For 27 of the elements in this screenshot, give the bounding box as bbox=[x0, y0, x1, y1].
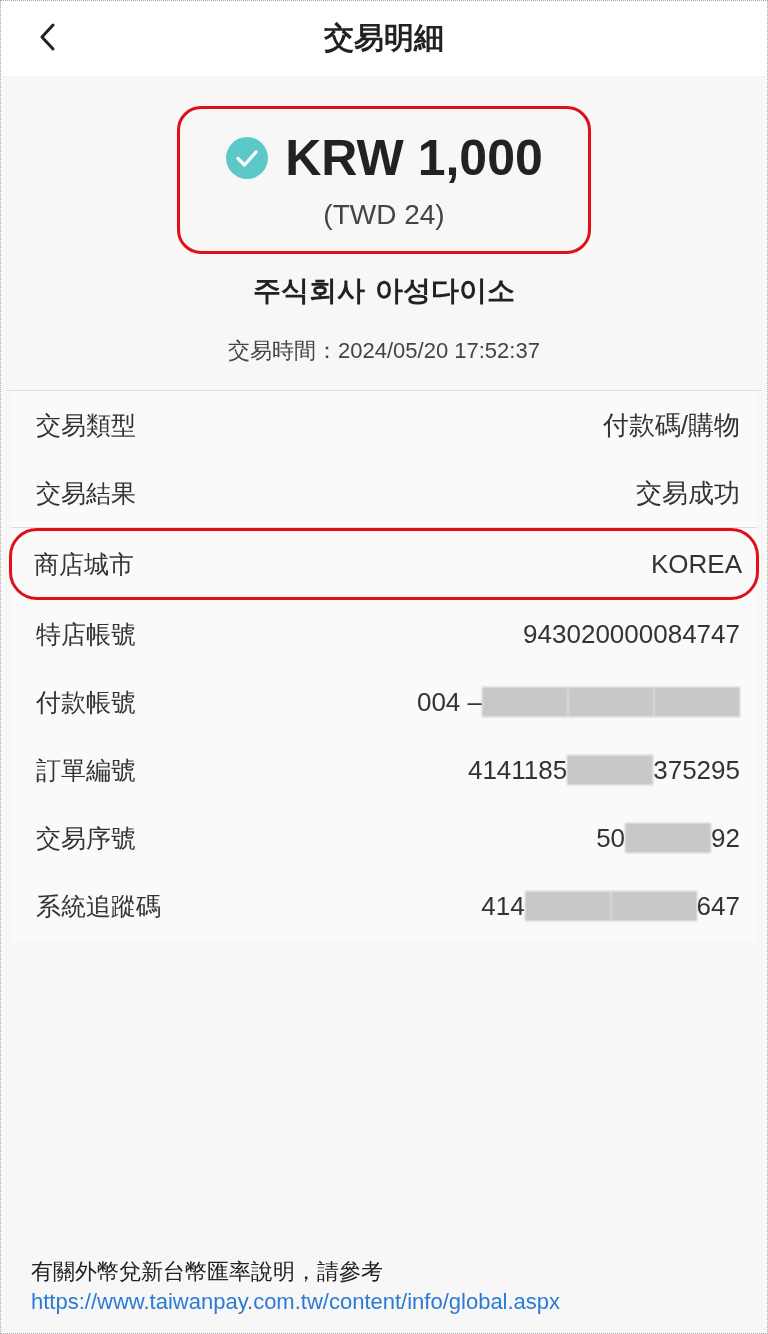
exchange-note: 有關外幣兌新台幣匯率說明，請參考 bbox=[31, 1258, 384, 1286]
detail-label: 交易結果 bbox=[36, 477, 136, 510]
back-icon[interactable] bbox=[39, 23, 55, 51]
detail-label: 商店城市 bbox=[34, 548, 134, 581]
detail-label: 交易序號 bbox=[36, 822, 136, 855]
page-title: 交易明細 bbox=[324, 19, 444, 57]
detail-value: 50 bbox=[596, 822, 626, 854]
detail-label: 訂單編號 bbox=[36, 754, 136, 787]
amount: KRW 1,000 bbox=[285, 129, 543, 187]
detail-value: 647 bbox=[696, 890, 740, 922]
detail-value: 414 bbox=[481, 890, 525, 922]
converted-amount: (TWD 24) bbox=[323, 199, 445, 231]
detail-value: 4141185 bbox=[467, 754, 568, 786]
detail-label: 特店帳號 bbox=[36, 618, 136, 651]
detail-value: 92 bbox=[711, 822, 740, 854]
detail-value: 交易成功 bbox=[636, 476, 740, 510]
transaction-time: 交易時間：2024/05/20 17:52:37 bbox=[228, 337, 540, 365]
detail-value: 375295 bbox=[653, 754, 740, 786]
detail-label: 付款帳號 bbox=[36, 686, 136, 719]
detail-value: 004 – bbox=[416, 686, 482, 718]
detail-value: 付款碼/購物 bbox=[602, 408, 740, 442]
detail-value: 943020000084747 bbox=[523, 618, 740, 650]
detail-label: 交易類型 bbox=[36, 409, 136, 442]
info-link[interactable]: https://www.taiwanpay.com.tw/content/info/global.aspx bbox=[31, 1289, 737, 1315]
detail-label: 系統追蹤碼 bbox=[36, 890, 161, 923]
merchant-name: 주식회사 아성다이소 bbox=[253, 273, 515, 309]
detail-value: KOREA bbox=[650, 548, 742, 580]
